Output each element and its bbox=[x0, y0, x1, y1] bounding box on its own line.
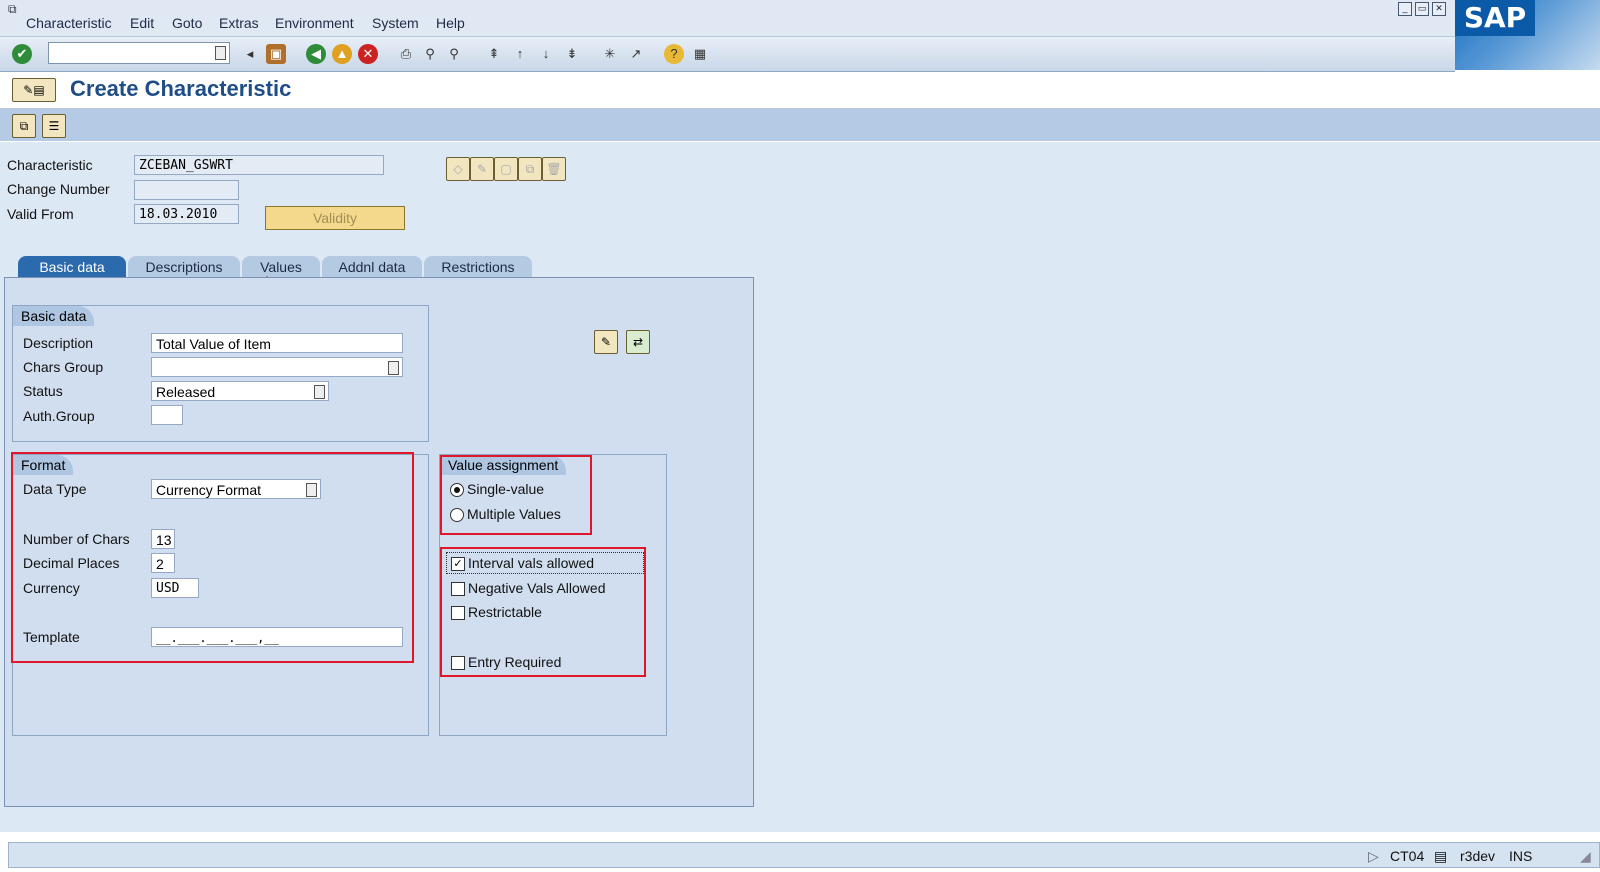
command-history-icon[interactable] bbox=[215, 46, 226, 60]
page-title: Create Characteristic bbox=[70, 76, 292, 101]
template-field: __.___.___.___,__ bbox=[151, 627, 403, 647]
find-next-icon[interactable]: ⚲ bbox=[444, 44, 464, 64]
edit-object-icon: ✎ bbox=[470, 157, 494, 181]
tab-descriptions[interactable]: Descriptions bbox=[128, 256, 240, 278]
menu-environment[interactable]: Environment bbox=[275, 15, 354, 31]
enter-icon[interactable]: ✔ bbox=[12, 44, 32, 64]
command-field[interactable] bbox=[48, 42, 230, 64]
edit-description-icon[interactable]: ✎ bbox=[594, 330, 618, 354]
menu-goto[interactable]: Goto bbox=[172, 15, 202, 31]
basic-data-group-title: Basic data bbox=[13, 306, 95, 326]
refresh-icon[interactable]: ⇄ bbox=[626, 330, 650, 354]
multiple-values-radio[interactable] bbox=[450, 508, 464, 522]
change-number-label: Change Number bbox=[7, 181, 110, 197]
number-of-chars-label: Number of Chars bbox=[23, 531, 130, 547]
display-change-icon[interactable]: ✎▤ bbox=[12, 78, 56, 102]
resize-grip-icon[interactable]: ◢ bbox=[1580, 848, 1591, 865]
other-characteristic-icon[interactable]: ⧉ bbox=[12, 114, 36, 138]
status-dropdown[interactable]: Released bbox=[151, 381, 329, 401]
last-page-icon[interactable]: ⇟ bbox=[562, 44, 582, 64]
back-icon[interactable]: ◀ bbox=[306, 44, 326, 64]
single-value-label: Single-value bbox=[467, 481, 545, 497]
create-object-icon: ▢ bbox=[494, 157, 518, 181]
system-name: r3dev bbox=[1460, 848, 1496, 864]
save-icon[interactable]: ▣ bbox=[266, 44, 286, 64]
menu-bar: ⧉ Characteristic Edit Goto Extras Enviro… bbox=[0, 0, 1600, 37]
valid-from-label: Valid From bbox=[7, 206, 74, 222]
chars-group-dropdown-icon[interactable] bbox=[388, 361, 399, 375]
restrictable-checkbox[interactable] bbox=[451, 606, 465, 620]
characteristic-field: ZCEBAN_GSWRT bbox=[134, 155, 384, 175]
restrictable-label: Restrictable bbox=[468, 604, 542, 620]
data-type-dropdown[interactable]: Currency Format bbox=[151, 479, 321, 499]
find-icon[interactable]: ⚲ bbox=[420, 44, 440, 64]
currency-label: Currency bbox=[23, 580, 80, 596]
session-info-icon[interactable]: ▤ bbox=[1434, 848, 1447, 865]
interval-vals-checkbox[interactable]: ✓ bbox=[451, 557, 465, 571]
application-toolbar bbox=[0, 109, 1600, 141]
chars-group-field[interactable] bbox=[151, 357, 403, 377]
back-small-icon[interactable]: ◂ bbox=[240, 44, 260, 64]
auth-group-label: Auth.Group bbox=[23, 408, 95, 424]
negative-vals-label: Negative Vals Allowed bbox=[468, 580, 606, 596]
transaction-code: CT04 bbox=[1390, 848, 1425, 864]
print-icon[interactable]: ⎙ bbox=[396, 44, 416, 64]
data-type-label: Data Type bbox=[23, 481, 87, 497]
chars-group-label: Chars Group bbox=[23, 359, 104, 375]
input-mode: INS bbox=[1509, 848, 1533, 864]
tab-restrictions[interactable]: Restrictions bbox=[424, 256, 532, 278]
next-page-icon[interactable]: ↓ bbox=[536, 44, 556, 64]
description-label: Description bbox=[23, 335, 94, 351]
first-page-icon[interactable]: ⇞ bbox=[484, 44, 504, 64]
auth-group-field[interactable] bbox=[151, 405, 183, 425]
number-of-chars-field[interactable]: 13 bbox=[151, 529, 175, 549]
menu-characteristic[interactable]: Characteristic bbox=[26, 15, 112, 31]
class-assignment-icon[interactable]: ☰ bbox=[42, 114, 66, 138]
minimize-icon[interactable]: _ bbox=[1398, 2, 1412, 16]
display-object-icon: ◇ bbox=[446, 157, 470, 181]
data-type-dropdown-icon[interactable] bbox=[306, 483, 317, 497]
tab-basic-data[interactable]: Basic data bbox=[18, 256, 126, 278]
status-bar bbox=[8, 842, 1600, 868]
close-icon[interactable]: ✕ bbox=[1432, 2, 1446, 16]
description-field[interactable]: Total Value of Item bbox=[151, 333, 403, 353]
tab-addnl-data[interactable]: Addnl data bbox=[322, 256, 422, 278]
characteristic-label: Characteristic bbox=[7, 157, 93, 173]
decimal-places-field[interactable]: 2 bbox=[151, 553, 175, 573]
entry-required-checkbox[interactable] bbox=[451, 656, 465, 670]
status-expand-icon[interactable]: ▷ bbox=[1368, 848, 1379, 865]
create-session-icon[interactable]: ✳ bbox=[600, 44, 620, 64]
change-number-field[interactable] bbox=[134, 180, 239, 200]
entry-required-label: Entry Required bbox=[468, 654, 562, 670]
menu-system[interactable]: System bbox=[372, 15, 419, 31]
status-label: Status bbox=[23, 383, 63, 399]
format-group-title: Format bbox=[13, 455, 74, 475]
interval-vals-label: Interval vals allowed bbox=[468, 555, 595, 571]
help-icon[interactable]: ? bbox=[664, 44, 684, 64]
menu-help[interactable]: Help bbox=[436, 15, 465, 31]
status-dropdown-icon[interactable] bbox=[314, 385, 325, 399]
multiple-values-label: Multiple Values bbox=[467, 506, 561, 522]
sap-logo: SAP bbox=[1455, 0, 1535, 36]
decimal-places-label: Decimal Places bbox=[23, 555, 120, 571]
single-value-radio[interactable] bbox=[450, 483, 464, 497]
valid-from-field: 18.03.2010 bbox=[134, 204, 239, 224]
shortcut-icon[interactable]: ↗ bbox=[626, 44, 646, 64]
exit-icon[interactable]: ▲ bbox=[332, 44, 352, 64]
layout-menu-icon[interactable]: ▦ bbox=[690, 44, 710, 64]
negative-vals-checkbox[interactable] bbox=[451, 582, 465, 596]
menu-edit[interactable]: Edit bbox=[130, 15, 154, 31]
delete-object-icon: 🗑 bbox=[542, 157, 566, 181]
validity-button[interactable]: Validity bbox=[265, 206, 405, 230]
currency-field[interactable]: USD bbox=[151, 578, 199, 598]
cancel-icon[interactable]: ✕ bbox=[358, 44, 378, 64]
value-assignment-group-title: Value assignment bbox=[440, 455, 567, 475]
menu-extras[interactable]: Extras bbox=[219, 15, 259, 31]
template-label: Template bbox=[23, 629, 80, 645]
maximize-icon[interactable]: ▭ bbox=[1415, 2, 1429, 16]
copy-object-icon: ⧉ bbox=[518, 157, 542, 181]
previous-page-icon[interactable]: ↑ bbox=[510, 44, 530, 64]
window-menu-icon[interactable]: ⧉ bbox=[8, 2, 17, 17]
